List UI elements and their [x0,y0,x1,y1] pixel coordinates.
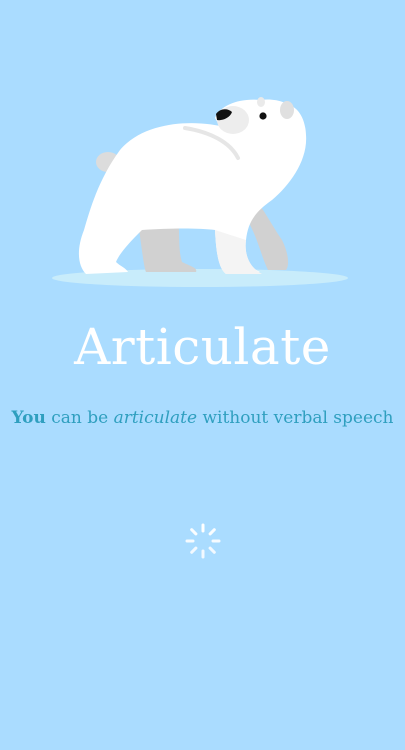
loading-spinner [184,522,222,560]
app-title: Articulate [74,318,331,376]
tagline-can-be: can be [45,408,114,428]
polar-bear-illustration [50,90,355,295]
loading-spinner-icon [185,523,221,559]
tagline: You can be articulate without verbal spe… [0,408,405,428]
tagline-articulate: articulate [113,408,198,428]
polar-bear-icon [52,97,348,287]
tagline-rest: without verbal speech [197,408,394,428]
splash-screen: Articulate You can be articulate without… [0,0,405,750]
tagline-you: You [11,408,46,428]
